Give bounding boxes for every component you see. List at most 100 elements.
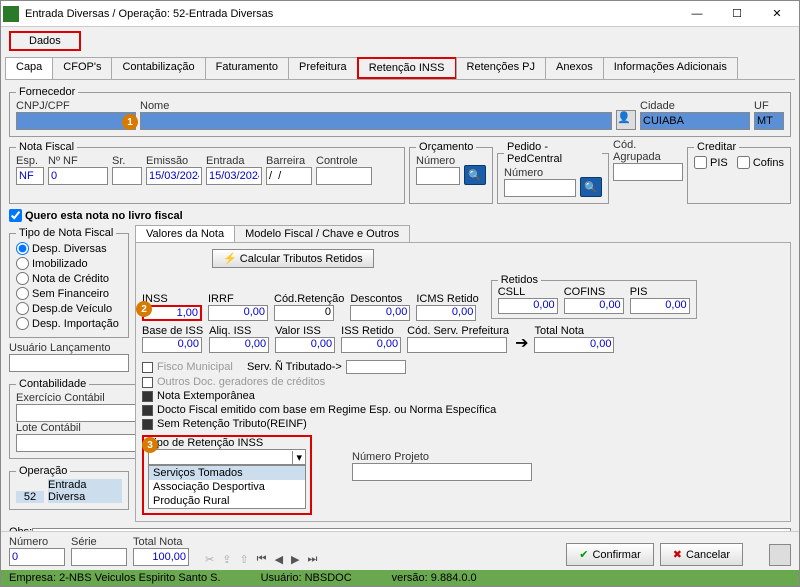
radio-desp-veiculo-label: Desp.de Veículo — [32, 303, 112, 315]
tab-prefeitura[interactable]: Prefeitura — [288, 57, 358, 79]
radio-nota-credito[interactable] — [16, 272, 29, 285]
orc-num-input[interactable] — [416, 167, 460, 185]
calcular-button[interactable]: ⚡ Calcular Tributos Retidos — [212, 249, 374, 268]
emissao-input[interactable] — [146, 167, 202, 185]
bottom-num-input[interactable] — [9, 548, 65, 566]
uf-field: MT — [754, 112, 784, 130]
pis-checkbox[interactable] — [694, 156, 707, 169]
contabilidade-legend: Contabilidade — [16, 378, 89, 390]
opt-servicos-tomados[interactable]: Serviços Tomados — [149, 466, 305, 480]
orcamento-group: Orçamento Número🔍 — [409, 141, 493, 204]
entrada-input[interactable] — [206, 167, 262, 185]
sr-label: Sr. — [112, 155, 142, 167]
controle-input[interactable] — [316, 167, 372, 185]
radio-desp-importacao[interactable] — [16, 317, 29, 330]
num-projeto-input[interactable] — [352, 463, 532, 481]
tab-anexos[interactable]: Anexos — [545, 57, 604, 79]
tab-contabilizacao[interactable]: Contabilização — [111, 57, 205, 79]
statusbar: Empresa: 2-NBS Veiculos Espirito Santo S… — [1, 570, 799, 586]
subtab-valores[interactable]: Valores da Nota — [135, 225, 235, 242]
radio-imobilizado[interactable] — [16, 257, 29, 270]
nav-first-icon[interactable]: ⏮ — [257, 553, 267, 566]
codret-value[interactable]: 0 — [274, 305, 334, 321]
cnpj-field[interactable] — [16, 112, 136, 130]
extemp-checkbox[interactable] — [142, 391, 153, 402]
menu-dados[interactable]: Dados — [9, 31, 81, 51]
confirmar-button[interactable]: ✔Confirmar — [566, 543, 654, 566]
irrf-value[interactable]: 0,00 — [208, 305, 268, 321]
icmsret-value[interactable]: 0,00 — [416, 305, 476, 321]
opt-producao-rural[interactable]: Produção Rural — [149, 494, 305, 508]
nav-next-icon[interactable]: ▶ — [291, 553, 299, 566]
fisco-checkbox[interactable] — [142, 362, 153, 373]
docto-label: Docto Fiscal emitido com base em Regime … — [157, 404, 496, 416]
ped-num-label: Número — [504, 167, 576, 179]
nome-label: Nome — [140, 100, 612, 112]
callout-1: 1 — [122, 114, 138, 130]
pis-ret-value[interactable]: 0,00 — [630, 298, 690, 314]
pis-label: PIS — [710, 157, 728, 169]
valiss-label: Valor ISS — [275, 325, 335, 337]
tab-info-adicionais[interactable]: Informações Adicionais — [603, 57, 738, 79]
orc-search-button[interactable]: 🔍 — [464, 165, 486, 185]
nnf-input[interactable] — [48, 167, 108, 185]
cofins-checkbox[interactable] — [737, 156, 750, 169]
subtabs: Valores da Nota Modelo Fiscal / Chave e … — [135, 225, 791, 243]
tool-icon[interactable]: ✂ — [205, 553, 214, 566]
ped-legend: Pedido - PedCentral — [504, 141, 602, 165]
serv-nt-input[interactable] — [346, 360, 406, 374]
tab-faturamento[interactable]: Faturamento — [205, 57, 289, 79]
semret-checkbox[interactable] — [142, 419, 153, 430]
tab-retencoes-pj[interactable]: Retenções PJ — [456, 57, 546, 79]
opt-assoc-desportiva[interactable]: Associação Desportiva — [149, 480, 305, 494]
close-button[interactable]: ✕ — [757, 3, 797, 25]
desc-value[interactable]: 0,00 — [350, 305, 410, 321]
minimize-button[interactable]: — — [677, 3, 717, 25]
csll-value[interactable]: 0,00 — [498, 298, 558, 314]
aliqiss-value[interactable]: 0,00 — [209, 337, 269, 353]
codserv-value[interactable] — [407, 337, 507, 353]
titlebar: Entrada Diversas / Operação: 52-Entrada … — [1, 1, 799, 27]
nav-last-icon[interactable]: ⏭ — [308, 553, 318, 566]
tipo-ret-dropdown[interactable]: ▾ — [148, 449, 306, 465]
esp-input[interactable] — [16, 167, 44, 185]
cofins-value[interactable]: 0,00 — [564, 298, 624, 314]
ped-search-button[interactable]: 🔍 — [580, 177, 602, 197]
fisco-label: Fisco Municipal — [157, 361, 233, 373]
cod-agr-input[interactable] — [613, 163, 683, 181]
nav-prev-icon[interactable]: ◀ — [275, 553, 283, 566]
radio-desp-diversas-label: Desp. Diversas — [32, 243, 107, 255]
valiss-value[interactable]: 0,00 — [275, 337, 335, 353]
baseiss-value[interactable]: 0,00 — [142, 337, 202, 353]
tab-retencao-inss[interactable]: Retenção INSS — [357, 57, 457, 79]
total-nota-value[interactable]: 0,00 — [534, 337, 614, 353]
creditar-group: Creditar PIS Cofins — [687, 141, 791, 204]
barreira-input[interactable] — [266, 167, 312, 185]
check-icon: ✔ — [579, 548, 588, 561]
outros-checkbox[interactable] — [142, 377, 153, 388]
tool-icon[interactable]: ⇧ — [239, 553, 248, 566]
radio-desp-diversas[interactable] — [16, 242, 29, 255]
livro-fiscal-checkbox[interactable] — [9, 209, 22, 222]
orc-legend: Orçamento — [416, 141, 476, 153]
usuario-lanc-input[interactable] — [9, 354, 129, 372]
extemp-label: Nota Extemporânea — [157, 390, 255, 402]
issret-value[interactable]: 0,00 — [341, 337, 401, 353]
bottom-total-input[interactable] — [133, 548, 189, 566]
tab-cfops[interactable]: CFOP's — [52, 57, 112, 79]
codret-label: Cód.Retenção — [274, 293, 344, 305]
docto-checkbox[interactable] — [142, 405, 153, 416]
sr-input[interactable] — [112, 167, 142, 185]
bottom-serie-input[interactable] — [71, 548, 127, 566]
nome-field[interactable] — [140, 112, 612, 130]
radio-desp-veiculo[interactable] — [16, 302, 29, 315]
maximize-button[interactable]: ☐ — [717, 3, 757, 25]
radio-sem-financeiro[interactable] — [16, 287, 29, 300]
status-versao: 9.884.0.0 — [431, 572, 477, 584]
cancelar-button[interactable]: ✖Cancelar — [660, 543, 743, 566]
ped-num-input[interactable] — [504, 179, 576, 197]
subtab-modelo[interactable]: Modelo Fiscal / Chave e Outros — [234, 225, 410, 242]
nav-icons: ✂ ⇪ ⇧ ⏮ ◀ ▶ ⏭ — [195, 553, 327, 566]
tab-capa[interactable]: Capa — [5, 57, 53, 79]
tool-icon[interactable]: ⇪ — [222, 553, 231, 566]
